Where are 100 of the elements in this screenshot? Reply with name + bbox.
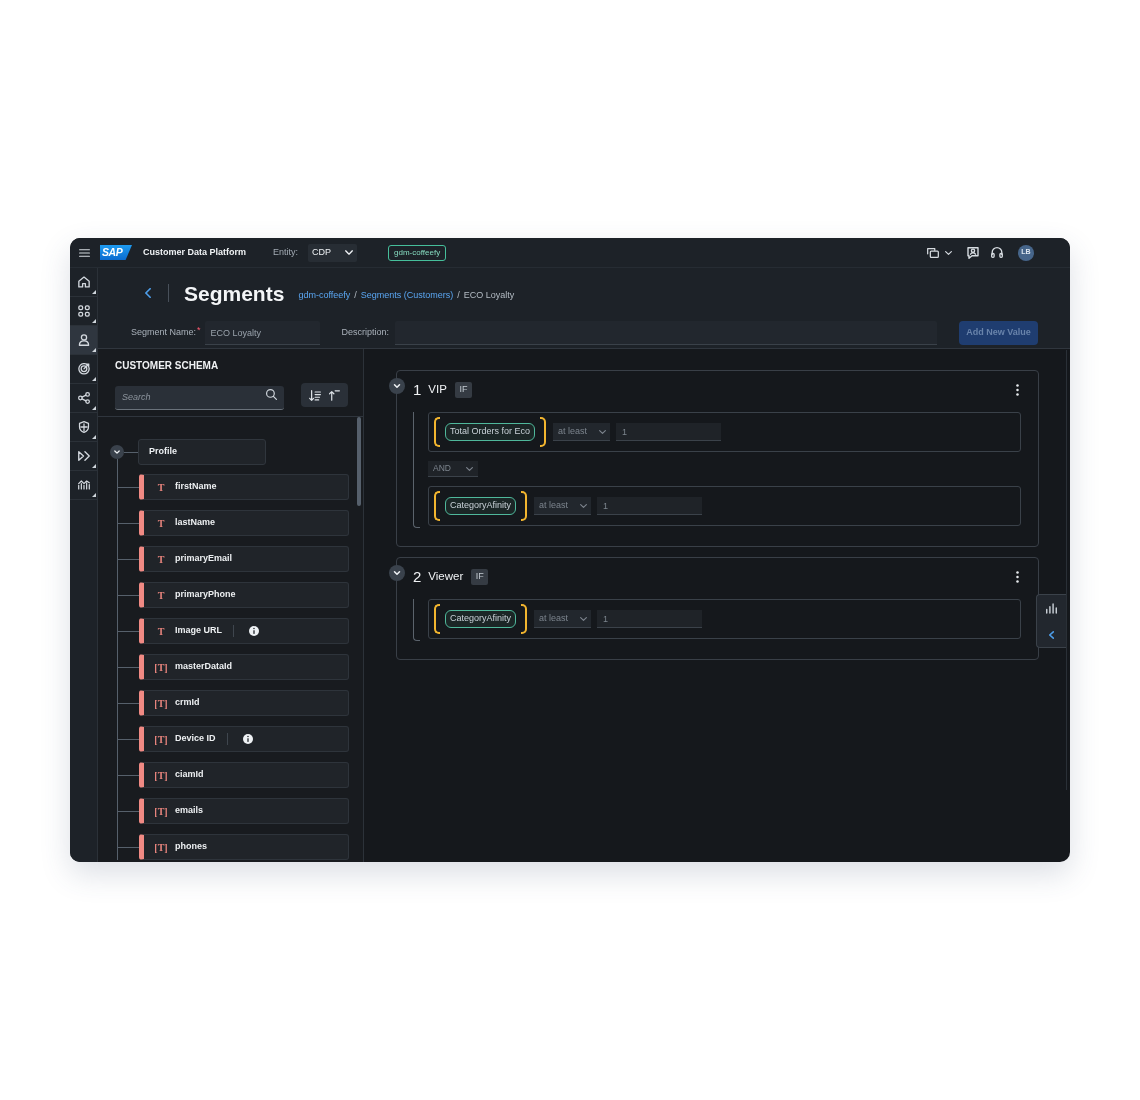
tree-node[interactable]: Profile xyxy=(138,439,266,465)
type-label: T xyxy=(156,516,166,531)
chevron-down-icon xyxy=(599,429,607,434)
collapse-toggle-icon[interactable] xyxy=(389,565,405,581)
windows-icon[interactable] xyxy=(927,247,939,258)
arrow-up-bar-icon[interactable] xyxy=(329,389,340,401)
chevron-down-icon xyxy=(580,616,588,621)
type-label: T xyxy=(156,552,166,567)
field-name: Image URL xyxy=(175,624,222,638)
comparator-dropdown[interactable]: at least xyxy=(534,497,592,515)
segment-name-field[interactable]: ECO Loyalty xyxy=(204,321,320,345)
schema-field-item[interactable]: T firstName xyxy=(139,474,349,500)
submenu-corner-icon xyxy=(92,377,96,381)
schema-field-item[interactable]: [T] Device ID xyxy=(139,726,349,752)
field-name: primaryEmail xyxy=(175,552,233,566)
open-bracket-icon xyxy=(434,491,440,521)
schema-field-item[interactable]: T primaryEmail xyxy=(139,546,349,572)
field-name: emails xyxy=(175,804,204,818)
field-name: firstName xyxy=(175,480,217,494)
search-field[interactable]: Search xyxy=(115,385,284,410)
close-bracket-icon xyxy=(521,491,528,521)
page-title: Segments xyxy=(184,282,285,304)
line-chart-icon xyxy=(77,479,90,491)
scrollbar-thumb[interactable] xyxy=(357,417,361,506)
chevron-down-icon xyxy=(466,466,473,471)
value-field[interactable]: 1 xyxy=(616,423,722,441)
more-icon[interactable] xyxy=(1016,384,1019,396)
description-field[interactable] xyxy=(395,321,937,345)
schema-field-item[interactable]: [T] phones xyxy=(139,834,349,860)
attribute-chip[interactable]: CategoryAfinity xyxy=(445,497,517,515)
sort-lines-icon[interactable] xyxy=(309,389,321,401)
field-name: Device ID xyxy=(175,732,216,746)
home-icon xyxy=(77,276,90,288)
back-icon[interactable] xyxy=(145,288,151,298)
breadcrumb-separator: / xyxy=(354,289,357,303)
schema-field-item[interactable]: [T] crmId xyxy=(139,690,349,716)
info-icon[interactable] xyxy=(249,626,259,636)
submenu-corner-icon xyxy=(92,493,96,497)
field-name: ciamId xyxy=(175,768,204,782)
schema-field-item[interactable]: T Image URL xyxy=(139,618,349,644)
type-label: T xyxy=(156,588,166,603)
rule-number: 1 xyxy=(413,379,422,400)
schema-field-item[interactable]: [T] ciamId xyxy=(139,762,349,788)
collapse-toggle-icon[interactable] xyxy=(389,378,405,394)
breadcrumb-link[interactable]: Segments (Customers) xyxy=(360,289,454,303)
company-logo: SAP xyxy=(100,245,132,260)
type-label: [T] xyxy=(153,804,169,819)
attribute-chip[interactable]: CategoryAfinity xyxy=(445,610,517,628)
caret-icon[interactable] xyxy=(945,250,952,255)
breadcrumb-link[interactable]: gdm-coffeefy xyxy=(298,289,351,303)
breadcrumb-current: ECO Loyalty xyxy=(463,289,515,303)
condition-group-line xyxy=(413,599,420,641)
bar-chart-icon[interactable] xyxy=(1046,603,1057,615)
chat-icon[interactable] xyxy=(967,246,979,259)
grid-icon xyxy=(77,305,90,317)
schema-field-item[interactable]: [T] masterDataId xyxy=(139,654,349,680)
type-label: T xyxy=(156,480,166,495)
type-label: [T] xyxy=(153,660,169,675)
rule-number: 2 xyxy=(413,566,422,587)
section-title: CUSTOMER SCHEMA xyxy=(115,359,220,373)
tree-connector xyxy=(124,451,138,453)
type-label: [T] xyxy=(153,732,169,747)
submenu-corner-icon xyxy=(92,464,96,468)
submenu-corner-icon xyxy=(92,348,96,352)
submenu-corner-icon xyxy=(92,406,96,410)
attribute-chip[interactable]: Total Orders for Eco xyxy=(445,423,536,441)
value-field[interactable]: 1 xyxy=(597,610,703,628)
schema-field-item[interactable]: [T] emails xyxy=(139,798,349,824)
search-icon[interactable] xyxy=(266,389,277,400)
info-icon[interactable] xyxy=(242,734,253,744)
field-label: Segment Name: xyxy=(131,326,197,340)
field-name: masterDataId xyxy=(175,660,233,674)
schema-field-item[interactable]: T lastName xyxy=(139,510,349,536)
nav-button[interactable] xyxy=(70,326,97,355)
forward-icon xyxy=(77,450,90,462)
logic-dropdown[interactable]: AND xyxy=(428,461,478,477)
entity-dropdown[interactable]: CDP xyxy=(308,243,358,262)
value-field[interactable]: 1 xyxy=(597,497,703,515)
field-label: Description: xyxy=(341,326,390,340)
type-label: [T] xyxy=(153,696,169,711)
headset-icon[interactable] xyxy=(991,247,1003,258)
rule-name: VIP xyxy=(428,382,447,398)
entity-label: Entity: xyxy=(273,245,299,259)
field-name: primaryPhone xyxy=(175,588,236,602)
comparator-dropdown[interactable]: at least xyxy=(553,423,611,441)
field-name: lastName xyxy=(175,516,216,530)
tenant-tag: gdm-coffeefy xyxy=(388,244,447,261)
type-label: [T] xyxy=(153,768,169,783)
submenu-corner-icon xyxy=(92,435,96,439)
open-bracket-icon xyxy=(434,417,440,447)
comparator-dropdown[interactable]: at least xyxy=(534,610,592,628)
more-icon[interactable] xyxy=(1016,571,1019,583)
shield-icon xyxy=(77,421,90,433)
close-bracket-icon xyxy=(540,417,547,447)
type-label: [T] xyxy=(153,840,169,855)
schema-field-item[interactable]: T primaryPhone xyxy=(139,582,349,608)
chevron-left-icon[interactable] xyxy=(1049,630,1054,639)
collapse-toggle-icon[interactable] xyxy=(110,445,124,459)
menu-icon xyxy=(78,248,90,257)
app-title: Customer Data Platform xyxy=(143,245,247,259)
